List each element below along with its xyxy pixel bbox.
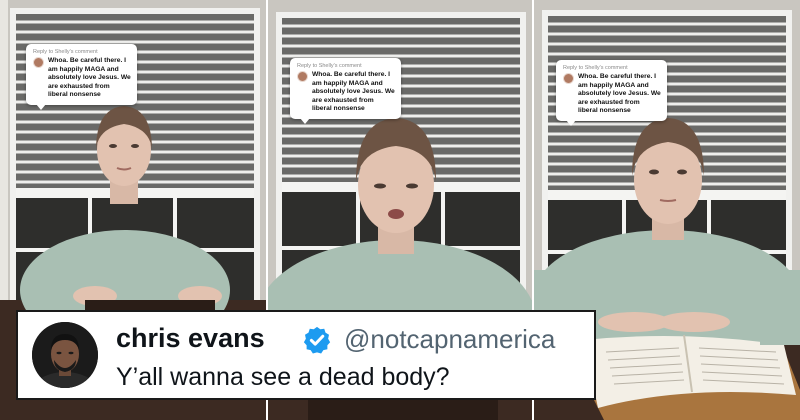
commenter-avatar: [563, 73, 574, 84]
comment-text: Whoa. Be careful there. I am happily MAG…: [48, 57, 131, 99]
comment-reply-header: Reply to Shelly's comment: [297, 63, 395, 69]
comment-text: Whoa. Be careful there. I am happily MAG…: [578, 73, 661, 115]
comment-reply-header: Reply to Shelly's comment: [563, 65, 661, 71]
comment-reply-header: Reply to Shelly's comment: [33, 49, 131, 55]
reply-label: Reply to Shelly's comment: [563, 65, 628, 71]
commenter-avatar: [33, 57, 44, 68]
reply-label: Reply to Shelly's comment: [297, 63, 362, 69]
comment-card: Reply to Shelly's comment Whoa. Be caref…: [556, 60, 667, 126]
verified-badge-icon: [303, 326, 331, 354]
tweet-avatar[interactable]: [32, 322, 98, 388]
comment-text: Whoa. Be careful there. I am happily MAG…: [312, 71, 395, 113]
tweet-display-name[interactable]: chris evans: [116, 323, 265, 354]
avatar-portrait: [32, 322, 98, 388]
comment-card: Reply to Shelly's comment Whoa. Be caref…: [26, 44, 137, 110]
reply-label: Reply to Shelly's comment: [33, 49, 98, 55]
commenter-avatar: [297, 71, 308, 82]
comment-card: Reply to Shelly's comment Whoa. Be caref…: [290, 58, 401, 124]
tweet-handle[interactable]: @notcapnamerica: [344, 324, 555, 355]
tweet-card: chris evans @notcapnamerica Y’all wanna …: [16, 310, 596, 400]
tweet-text: Y’all wanna see a dead body?: [116, 363, 450, 391]
